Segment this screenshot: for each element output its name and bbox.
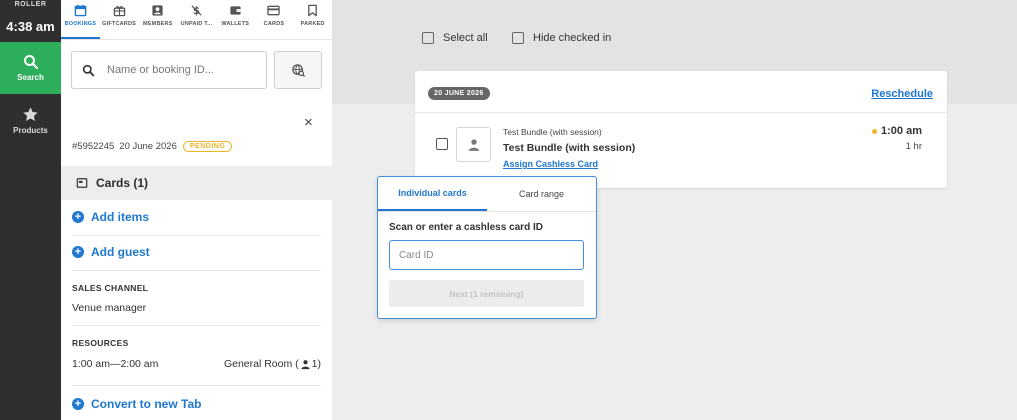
reschedule-link[interactable]: Reschedule — [871, 88, 933, 100]
status-dot — [872, 128, 878, 134]
divider — [72, 385, 321, 386]
tab-label: UNPAID T... — [180, 21, 213, 27]
tab-label: GIFTCARDS — [102, 21, 137, 27]
hide-checked-in-checkbox[interactable]: Hide checked in — [512, 32, 611, 44]
status-badge: PENDING — [182, 141, 233, 152]
calendar-icon — [74, 4, 87, 17]
divider — [415, 112, 947, 113]
hide-checked-in-label: Hide checked in — [533, 32, 612, 44]
divider — [378, 211, 596, 212]
room-name: General Room ( — [223, 358, 299, 370]
search-row — [71, 51, 322, 89]
tab-label: PARKED — [300, 21, 325, 27]
checkbox[interactable] — [512, 32, 524, 44]
tab-card-range[interactable]: Card range — [487, 177, 596, 211]
plus-circle-icon: + — [72, 398, 84, 410]
tab-giftcards[interactable]: GIFTCARDS — [100, 0, 139, 39]
gift-icon — [113, 6, 125, 17]
tab-label: WALLETS — [221, 21, 250, 27]
plus-circle-icon: + — [72, 246, 84, 258]
add-guest-label: Add guest — [91, 245, 150, 259]
cards-header-label: Cards (1) — [96, 176, 149, 190]
resources-label: RESOURCES — [72, 338, 129, 348]
scan-globe-icon — [291, 63, 305, 77]
assign-card-popover: Individual cards Card range Scan or ente… — [377, 176, 597, 319]
tab-label: BOOKINGS — [64, 21, 97, 27]
tab-label: MEMBERS — [143, 21, 173, 27]
checkbox[interactable] — [422, 32, 434, 44]
tab-label: CARDS — [263, 21, 285, 27]
no-dollar-icon: $ — [191, 5, 202, 17]
person-icon — [301, 359, 310, 369]
divider — [72, 235, 321, 236]
search-input[interactable] — [107, 64, 247, 76]
card-icon — [76, 178, 88, 188]
avatar — [456, 127, 491, 162]
item-time: 1:00 am — [872, 125, 922, 137]
tab-parked[interactable]: PARKED — [293, 0, 332, 39]
tab-bookings[interactable]: BOOKINGS — [61, 0, 100, 39]
item-title: Test Bundle (with session) — [503, 142, 636, 154]
panel-tabs: BOOKINGS GIFTCARDS MEMBERS $ UNPAID T...… — [61, 0, 332, 40]
convert-tab-label: Convert to new Tab — [91, 397, 202, 411]
room-count: 1) — [311, 358, 321, 370]
search-icon — [82, 64, 95, 76]
booking-meta: #5952245 20 June 2026 PENDING — [72, 141, 233, 152]
plus-circle-icon: + — [72, 211, 84, 223]
tab-individual-cards[interactable]: Individual cards — [378, 177, 487, 211]
card-id-label: Scan or enter a cashless card ID — [389, 222, 543, 233]
card-id-input[interactable] — [389, 240, 584, 270]
resources-time: 1:00 am—2:00 am — [72, 358, 159, 370]
select-all-label: Select all — [443, 32, 488, 44]
sales-channel-value: Venue manager — [72, 302, 147, 314]
resources-room: General Room ( 1) — [224, 358, 321, 370]
tab-wallets[interactable]: WALLETS — [216, 0, 255, 39]
date-pill: 20 JUNE 2026 — [428, 87, 490, 100]
item-time-value: 1:00 am — [881, 125, 922, 137]
brand-logo: ROLLER — [14, 1, 47, 8]
bookmark-icon — [308, 4, 318, 17]
tab-unpaid[interactable]: $ UNPAID T... — [177, 0, 216, 39]
next-button[interactable]: Next (1 remaining) — [389, 280, 584, 307]
add-items-label: Add items — [91, 210, 150, 224]
clock: 4:38 am — [6, 19, 55, 34]
divider — [72, 325, 321, 326]
star-icon — [23, 106, 38, 121]
scan-search-button[interactable] — [274, 51, 322, 89]
booking-panel: BOOKINGS GIFTCARDS MEMBERS $ UNPAID T...… — [61, 0, 332, 420]
rail-nav-label: Search — [17, 73, 44, 82]
credit-card-icon — [267, 5, 281, 16]
rail-nav-search[interactable]: Search — [0, 42, 61, 94]
search-icon — [23, 55, 38, 70]
close-booking-button[interactable]: × — [304, 114, 313, 131]
booking-card: 20 JUNE 2026 Reschedule Test Bundle (wit… — [415, 71, 947, 188]
booking-date: 20 June 2026 — [119, 141, 177, 152]
divider — [72, 270, 321, 271]
app-rail: ROLLER 4:38 am Search Products — [0, 0, 61, 420]
wallet-icon — [230, 6, 241, 15]
member-icon — [152, 5, 163, 16]
search-box — [71, 51, 267, 89]
add-items-button[interactable]: + Add items — [72, 210, 321, 224]
booking-id: #5952245 — [72, 141, 115, 152]
item-checkbox[interactable] — [436, 138, 448, 150]
add-guest-button[interactable]: + Add guest — [72, 245, 321, 259]
rail-nav-products[interactable]: Products — [0, 94, 61, 146]
tab-cards[interactable]: CARDS — [255, 0, 294, 39]
popover-tabs: Individual cards Card range — [378, 177, 596, 211]
select-all-checkbox[interactable]: Select all — [422, 32, 488, 44]
tab-members[interactable]: MEMBERS — [138, 0, 177, 39]
item-duration: 1 hr — [905, 141, 922, 152]
item-subtitle: Test Bundle (with session) — [503, 127, 602, 137]
convert-tab-button[interactable]: + Convert to new Tab — [72, 397, 321, 411]
person-icon — [468, 138, 479, 151]
assign-cashless-card-link[interactable]: Assign Cashless Card — [503, 159, 598, 169]
sales-channel-label: SALES CHANNEL — [72, 283, 149, 293]
cards-section-header[interactable]: Cards (1) — [61, 166, 332, 200]
rail-nav-label: Products — [13, 125, 48, 135]
